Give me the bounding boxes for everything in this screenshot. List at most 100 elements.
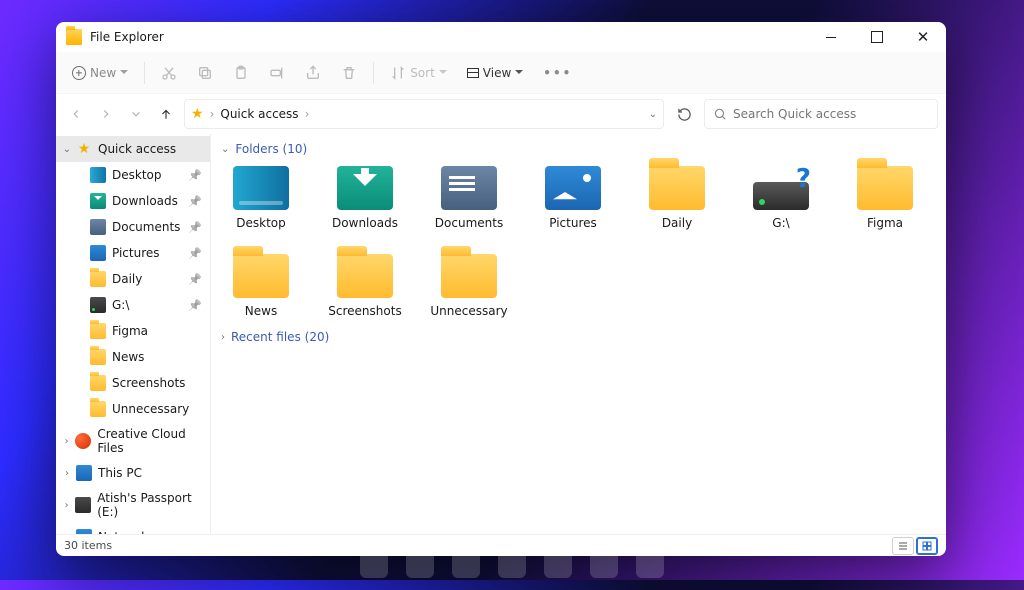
tile-figma[interactable]: Figma [847, 166, 923, 230]
new-button[interactable]: New [64, 58, 136, 88]
tile-documents[interactable]: Documents [431, 166, 507, 230]
separator [144, 62, 145, 84]
tile-label: G:\ [772, 216, 789, 230]
folder-icon [337, 254, 393, 298]
cc-icon [75, 433, 91, 449]
separator [373, 62, 374, 84]
star-icon: ★ [191, 106, 204, 122]
sidebar-item-figma[interactable]: Figma [56, 318, 210, 344]
desktop-icon [233, 166, 289, 210]
folder-icon [233, 254, 289, 298]
sidebar-item-news[interactable]: News [56, 344, 210, 370]
tile-screenshots[interactable]: Screenshots [327, 254, 403, 318]
search-icon [713, 107, 727, 121]
tile-pictures[interactable]: Pictures [535, 166, 611, 230]
sidebar-root-creative-cloud-files[interactable]: › Creative Cloud Files [56, 428, 210, 454]
folder-icon [441, 254, 497, 298]
breadcrumb-dropdown[interactable]: ⌄ [649, 109, 657, 120]
sidebar-item-desktop[interactable]: Desktop📌 [56, 162, 210, 188]
pin-icon: 📌 [188, 247, 202, 260]
folder-icon [90, 271, 106, 287]
tile-news[interactable]: News [223, 254, 299, 318]
tile-unnecessary[interactable]: Unnecessary [431, 254, 507, 318]
refresh-button[interactable] [670, 107, 698, 122]
group-label: Folders (10) [235, 142, 307, 156]
view-button[interactable]: View [459, 58, 531, 88]
group-header-folders[interactable]: ⌄ Folders (10) [221, 142, 938, 156]
sidebar-item-label: News [112, 350, 144, 364]
command-bar: New [56, 52, 946, 94]
sidebar-item-label: Creative Cloud Files [97, 427, 210, 455]
sidebar-item-g-[interactable]: G:\📌 [56, 292, 210, 318]
view-label: View [483, 66, 511, 80]
tile-downloads[interactable]: Downloads [327, 166, 403, 230]
content-pane[interactable]: ⌄ Folders (10) Desktop Downloads Documents… [211, 134, 946, 534]
search-box[interactable] [704, 99, 938, 129]
share-button[interactable] [297, 58, 329, 88]
sidebar-item-unnecessary[interactable]: Unnecessary [56, 396, 210, 422]
chevron-down-icon [120, 70, 128, 78]
tile-label: Screenshots [328, 304, 401, 318]
chevron-down-icon: ⌄ [221, 144, 229, 155]
window-controls: ✕ [808, 22, 946, 52]
tile-label: Documents [435, 216, 503, 230]
paste-button[interactable] [225, 58, 257, 88]
chevron-right-icon: › [60, 500, 73, 511]
minimize-button[interactable] [808, 22, 854, 52]
tile-label: Daily [662, 216, 692, 230]
sidebar-item-screenshots[interactable]: Screenshots [56, 370, 210, 396]
close-button[interactable]: ✕ [900, 22, 946, 52]
breadcrumb-item[interactable]: Quick access [220, 107, 298, 121]
sidebar-item-quick-access[interactable]: ⌄★Quick access [56, 136, 210, 162]
copy-button[interactable] [189, 58, 221, 88]
sidebar-item-documents[interactable]: Documents📌 [56, 214, 210, 240]
folder-icon [857, 166, 913, 210]
tile-label: Pictures [549, 216, 597, 230]
sidebar-root-atish-s-passport-e-[interactable]: ›Atish's Passport (E:) [56, 492, 210, 518]
maximize-button[interactable] [854, 22, 900, 52]
plus-icon [72, 66, 86, 80]
breadcrumb[interactable]: ★ › Quick access › ⌄ [184, 99, 664, 129]
back-button[interactable] [64, 100, 88, 128]
rename-icon [269, 65, 285, 81]
tiles-container: Desktop Downloads Documents Pictures Daily ?G… [219, 162, 938, 328]
pin-icon: 📌 [188, 273, 202, 286]
window-title: File Explorer [90, 30, 164, 44]
sidebar-root-this-pc[interactable]: ›This PC [56, 460, 210, 486]
sort-button[interactable]: Sort [382, 58, 455, 88]
share-icon [305, 65, 321, 81]
more-button[interactable]: ••• [535, 58, 580, 88]
navigation-pane: ⌄★Quick accessDesktop📌Downloads📌Document… [56, 134, 211, 534]
sidebar-item-label: Pictures [112, 246, 160, 260]
sidebar-item-daily[interactable]: Daily📌 [56, 266, 210, 292]
folder-icon [649, 166, 705, 210]
delete-button[interactable] [333, 58, 365, 88]
chevron-right-icon: › [60, 436, 73, 447]
delete-icon [341, 65, 357, 81]
group-header-recent[interactable]: › Recent files (20) [221, 330, 938, 344]
breadcrumb-separator: › [305, 107, 310, 121]
recent-locations-button[interactable] [124, 100, 148, 128]
sidebar-item-label: Figma [112, 324, 148, 338]
search-input[interactable] [733, 107, 929, 121]
tile-desktop[interactable]: Desktop [223, 166, 299, 230]
folder-icon [90, 349, 106, 365]
rename-button[interactable] [261, 58, 293, 88]
sort-label: Sort [410, 66, 435, 80]
folder-icon [90, 401, 106, 417]
title-bar[interactable]: File Explorer ✕ [56, 22, 946, 52]
sidebar-item-downloads[interactable]: Downloads📌 [56, 188, 210, 214]
sidebar-root-network[interactable]: ›Network [56, 524, 210, 534]
forward-button[interactable] [94, 100, 118, 128]
desktop-icon [90, 167, 106, 183]
tile-g-[interactable]: ?G:\ [743, 166, 819, 230]
sidebar-item-label: G:\ [112, 298, 129, 312]
up-button[interactable] [154, 100, 178, 128]
cut-button[interactable] [153, 58, 185, 88]
pin-icon: 📌 [188, 195, 202, 208]
sidebar-item-label: Desktop [112, 168, 162, 182]
drive-icon [90, 297, 106, 313]
tile-daily[interactable]: Daily [639, 166, 715, 230]
view-icon [467, 68, 479, 78]
sidebar-item-pictures[interactable]: Pictures 📌 [56, 240, 210, 266]
